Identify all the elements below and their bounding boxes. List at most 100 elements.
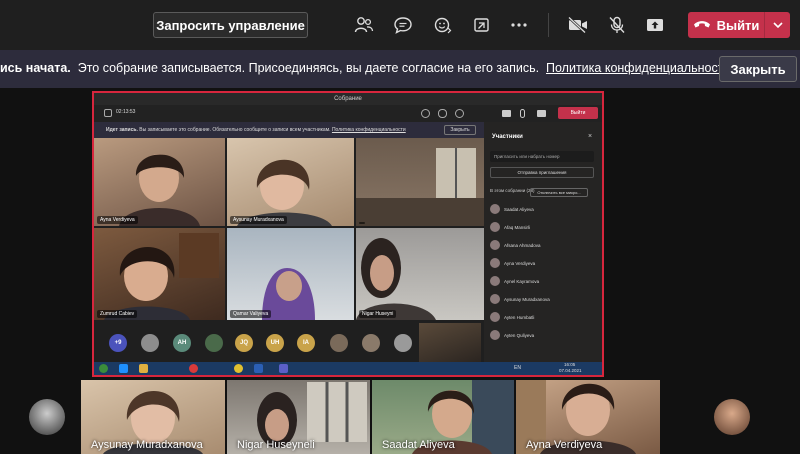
- leave-options-chevron[interactable]: [764, 12, 790, 38]
- participant-name: Ayten Humbatli: [504, 314, 535, 320]
- request-control-button[interactable]: Запросить управление: [153, 12, 308, 38]
- avatar: [205, 334, 223, 352]
- avatar: [490, 204, 500, 214]
- avatar: [490, 312, 500, 322]
- shared-tile-name: Zumrud Cabiev: [97, 310, 138, 318]
- avatar: AH: [173, 334, 191, 352]
- participant-video-tile[interactable]: Aysunay Muradxanova: [81, 380, 225, 454]
- privacy-policy-link[interactable]: Политика конфиденциальности: [546, 61, 730, 75]
- shared-chat-icon: [438, 109, 447, 118]
- taskbar-app-icon: [119, 364, 128, 373]
- leave-label: Выйти: [716, 17, 760, 33]
- shared-tile-name: Nigar Huseyni: [359, 310, 397, 318]
- avatar: IA: [297, 334, 315, 352]
- mic-off-icon[interactable]: [604, 12, 630, 38]
- shared-video-grid: Ayna Verdiyeva Aysunay Muradxanova Zumru…: [94, 138, 484, 328]
- person-silhouette: [262, 268, 315, 320]
- taskbar-app-icon: [254, 364, 263, 373]
- participant-name: Ayten Quliyeva: [504, 332, 535, 338]
- taskbar-app-icon: [139, 364, 148, 373]
- participant-name: Saadat Aliyeva: [504, 206, 534, 212]
- phone-hangup-icon: [693, 18, 711, 33]
- avatar[interactable]: [29, 399, 65, 435]
- shared-timer: 02:13:53: [116, 109, 136, 115]
- send-invite-button: Отправка приглашения: [490, 167, 594, 178]
- avatar: JQ: [235, 334, 253, 352]
- shared-tile-name: Aysunay Muradxanova: [230, 216, 287, 224]
- taskbar-lang: EN: [514, 365, 521, 371]
- avatar: [490, 258, 500, 268]
- shared-window-icon: [104, 109, 112, 117]
- close-banner-button[interactable]: Закрыть: [719, 56, 797, 82]
- participant-name: Aysunay Muradxanova: [91, 439, 203, 451]
- leave-button[interactable]: Выйти: [688, 12, 790, 38]
- participant-strip: Aysunay Muradxanova Nigar Huseyneli Saad…: [0, 378, 800, 454]
- shared-video-tile: Zumrud Cabiev: [94, 228, 225, 320]
- chevron-down-icon: [772, 22, 783, 29]
- participant-name: Aysunay Muradxanova: [504, 296, 550, 302]
- chat-icon[interactable]: [390, 12, 416, 38]
- participant-name: Afsana Ahmadova: [504, 242, 541, 248]
- person-silhouette: [104, 233, 219, 320]
- participant-name: Saadat Aliyeva: [382, 439, 455, 451]
- participant-row: Aysunay Muradxanova: [490, 292, 594, 306]
- taskbar-app-icon: [279, 364, 288, 373]
- overflow-count-avatar: +9: [109, 334, 127, 352]
- shared-video-tile: Ayna Verdiyeva: [94, 138, 225, 226]
- camera-off-icon[interactable]: [565, 12, 591, 38]
- shared-recording-banner: Идет запись. Вы записываете это собрание…: [94, 122, 484, 138]
- participant-name: Ayna Verdiyeva: [526, 439, 603, 451]
- mute-all-button: Отключить все микро...: [530, 188, 588, 197]
- avatar: [490, 330, 500, 340]
- avatar: [141, 334, 159, 352]
- shared-mic-icon: [520, 109, 525, 118]
- meeting-toolbar: Запросить управление Выйти: [0, 0, 800, 50]
- shared-avatar-strip: +9 AH JQ UH IA: [94, 323, 481, 363]
- shared-leave-button: Выйти: [558, 107, 598, 119]
- participant-video-tile[interactable]: Ayna Verdiyeva: [516, 380, 660, 454]
- shared-tile-name: Ayna Verdiyeva: [97, 216, 138, 224]
- person-silhouette: [119, 154, 200, 226]
- avatar: [490, 240, 500, 250]
- shared-rec-link: Политика конфиденциальности: [331, 127, 406, 133]
- close-icon: ×: [588, 133, 593, 140]
- taskbar-date: 07.04.2021: [559, 368, 582, 373]
- recording-banner-message: Это собрание записывается. Присоединяясь…: [77, 61, 540, 75]
- avatar: [330, 334, 348, 352]
- start-icon: [99, 364, 108, 373]
- avatar: [362, 334, 380, 352]
- participant-row: Aynel Kayramova: [490, 274, 594, 288]
- shared-windows-taskbar: EN 16:05 07.04.2021: [94, 362, 602, 375]
- shared-toolbar: 02:13:53 Выйти: [94, 105, 602, 122]
- avatar[interactable]: [714, 399, 750, 435]
- shared-video-tile: Aysunay Muradxanova: [227, 138, 354, 226]
- participants-title: Участники: [492, 134, 523, 140]
- recording-banner-text: ись начата. Это собрание записывается. П…: [0, 61, 730, 75]
- shared-video-tile: Nigar Huseyni: [356, 228, 484, 320]
- participant-video-tile[interactable]: Saadat Aliyeva: [372, 380, 514, 454]
- share-tray-icon[interactable]: [469, 12, 495, 38]
- shared-people-icon: [421, 109, 430, 118]
- shared-rec-text: Вы записываете это собрание. Обязательно…: [139, 127, 331, 133]
- reactions-icon[interactable]: [430, 12, 456, 38]
- participant-row: Ayna Verdiyeva: [490, 256, 594, 270]
- participant-row: Afsana Ahmadova: [490, 238, 594, 252]
- more-icon[interactable]: [506, 12, 532, 38]
- participant-name: Nigar Huseyneli: [237, 439, 315, 451]
- avatar: UH: [266, 334, 284, 352]
- taskbar-time: 16:05: [564, 362, 576, 367]
- participant-search: Пригласить или набрать номер: [490, 151, 594, 162]
- people-icon[interactable]: [351, 12, 377, 38]
- room-window-scene: [356, 148, 484, 226]
- recording-banner: ись начата. Это собрание записывается. П…: [0, 50, 800, 88]
- participant-video-tile[interactable]: Nigar Huseyneli: [227, 380, 370, 454]
- leave-main[interactable]: Выйти: [688, 12, 764, 38]
- share-icon[interactable]: [642, 12, 668, 38]
- avatar: [490, 222, 500, 232]
- shared-video-tile: [356, 138, 484, 226]
- participant-name: Afaq Mansirli: [504, 224, 531, 230]
- taskbar-app-icon: [234, 364, 243, 373]
- shared-tile-name: [359, 222, 365, 224]
- avatar: [490, 276, 500, 286]
- shared-tile-name: Qamar Valiyeva: [230, 310, 272, 318]
